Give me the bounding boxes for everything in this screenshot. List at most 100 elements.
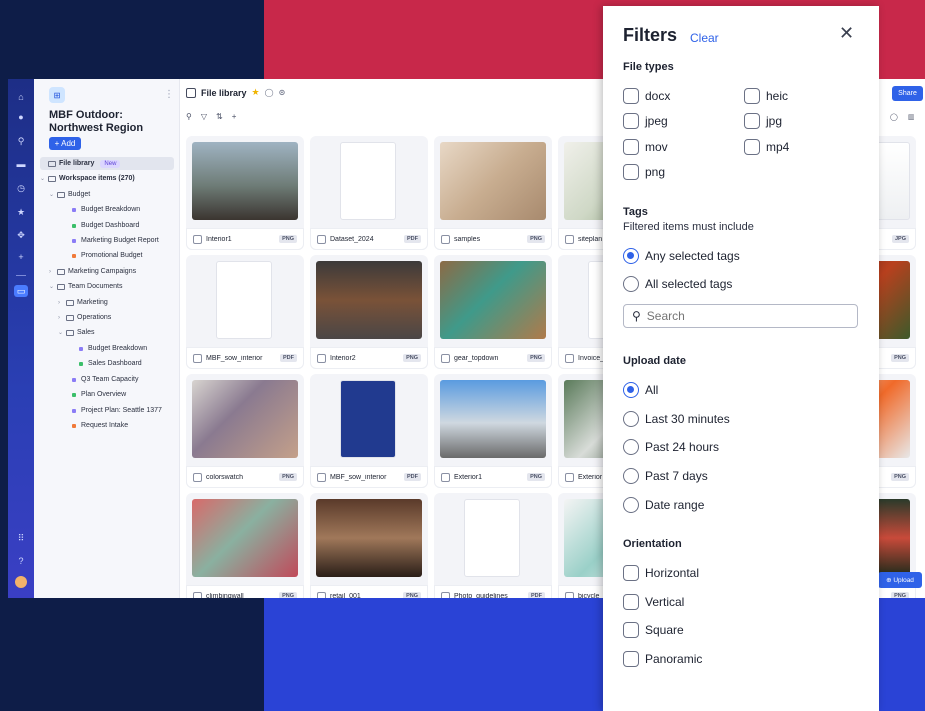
checkbox[interactable] bbox=[744, 139, 760, 155]
file-type-option[interactable]: jpg bbox=[744, 112, 782, 130]
upload-date-option[interactable]: All bbox=[623, 381, 658, 399]
search-icon[interactable]: ⚲ bbox=[186, 112, 192, 121]
select-checkbox[interactable] bbox=[317, 472, 326, 482]
select-checkbox[interactable] bbox=[441, 591, 450, 598]
radio-button[interactable] bbox=[623, 496, 639, 513]
select-checkbox[interactable] bbox=[193, 353, 202, 363]
create-icon[interactable]: + bbox=[15, 251, 27, 263]
tag-icon[interactable]: ◯ bbox=[890, 113, 898, 121]
upload-button[interactable]: ⊕ Upload bbox=[878, 572, 922, 588]
chevron-down-icon[interactable]: ⌄ bbox=[58, 329, 66, 336]
radio-button[interactable] bbox=[623, 439, 639, 456]
upload-date-option[interactable]: Past 7 days bbox=[623, 467, 708, 485]
tag-mode-option[interactable]: All selected tags bbox=[623, 275, 732, 293]
file-card[interactable]: Dataset_2024 PDF bbox=[310, 136, 428, 250]
add-icon[interactable]: + bbox=[232, 112, 237, 121]
nav-tree-item[interactable]: Q3 Team Capacity bbox=[58, 373, 138, 386]
image-thumbnail[interactable] bbox=[192, 380, 298, 458]
file-card[interactable]: Interior2 PNG bbox=[310, 255, 428, 369]
nav-tree-item[interactable]: Budget Dashboard bbox=[58, 219, 139, 232]
chevron-down-icon[interactable]: ⌄ bbox=[49, 283, 57, 290]
orientation-option[interactable]: Vertical bbox=[623, 593, 684, 611]
chevron-down-icon[interactable]: ⌄ bbox=[40, 175, 48, 182]
select-checkbox[interactable] bbox=[193, 591, 202, 598]
select-checkbox[interactable] bbox=[441, 353, 450, 363]
file-type-option[interactable]: mp4 bbox=[744, 138, 789, 156]
orientation-option[interactable]: Square bbox=[623, 621, 684, 639]
select-checkbox[interactable] bbox=[565, 234, 574, 244]
upload-date-option[interactable]: Last 30 minutes bbox=[623, 410, 730, 428]
nav-tree-item[interactable]: Sales Dashboard bbox=[67, 357, 142, 370]
nav-tree-item[interactable]: › Operations bbox=[58, 311, 111, 324]
nav-tree-item[interactable]: Plan Overview bbox=[58, 388, 126, 401]
select-checkbox[interactable] bbox=[441, 234, 450, 244]
document-thumbnail[interactable] bbox=[340, 142, 396, 220]
file-type-option[interactable]: heic bbox=[744, 87, 788, 105]
help-icon[interactable]: ? bbox=[15, 555, 27, 567]
chevron-right-icon[interactable]: › bbox=[58, 300, 66, 306]
recents-icon[interactable]: ◷ bbox=[15, 182, 27, 194]
nav-tree-item[interactable]: Project Plan: Seattle 1377 bbox=[58, 404, 162, 417]
nav-tree-item[interactable]: Promotional Budget bbox=[58, 249, 142, 262]
nav-tree-item[interactable]: ⌄ Workspace items (270) bbox=[40, 172, 135, 185]
file-card[interactable]: retail_001 PNG bbox=[310, 493, 428, 598]
checkbox[interactable] bbox=[623, 164, 639, 180]
file-type-option[interactable]: mov bbox=[623, 138, 668, 156]
checkbox[interactable] bbox=[623, 622, 639, 639]
image-thumbnail[interactable] bbox=[316, 261, 422, 339]
file-type-option[interactable]: jpeg bbox=[623, 112, 668, 130]
notifications-icon[interactable]: ● bbox=[15, 111, 27, 123]
select-checkbox[interactable] bbox=[565, 472, 574, 482]
tags-search[interactable]: ⚲ bbox=[623, 304, 858, 328]
image-thumbnail[interactable] bbox=[192, 142, 298, 220]
close-icon[interactable]: ✕ bbox=[839, 23, 854, 44]
avatar[interactable] bbox=[15, 576, 27, 588]
checkbox[interactable] bbox=[744, 88, 760, 104]
select-checkbox[interactable] bbox=[317, 353, 326, 363]
search-icon[interactable]: ⚲ bbox=[15, 135, 27, 147]
radio-button[interactable] bbox=[623, 410, 639, 427]
nav-tree-item[interactable]: Marketing Budget Report bbox=[58, 234, 159, 247]
checkbox[interactable] bbox=[623, 565, 639, 581]
file-card[interactable]: Interior1 PNG bbox=[186, 136, 304, 250]
tag-mode-option[interactable]: Any selected tags bbox=[623, 247, 740, 265]
tags-search-input[interactable] bbox=[646, 309, 837, 323]
radio-button[interactable] bbox=[623, 468, 639, 485]
checkbox[interactable] bbox=[623, 139, 639, 155]
file-card[interactable]: MBF_sow_interior PDF bbox=[186, 255, 304, 369]
upload-date-option[interactable]: Date range bbox=[623, 496, 704, 514]
chevron-right-icon[interactable]: › bbox=[58, 315, 66, 321]
checkbox[interactable] bbox=[623, 88, 639, 104]
favorite-star-icon[interactable]: ★ bbox=[252, 87, 260, 98]
file-card[interactable]: Exterior1 PNG bbox=[434, 374, 552, 488]
document-thumbnail[interactable] bbox=[216, 261, 272, 339]
image-thumbnail[interactable] bbox=[440, 380, 546, 458]
file-card[interactable]: climbingwall PNG bbox=[186, 493, 304, 598]
orientation-option[interactable]: Horizontal bbox=[623, 564, 699, 582]
checkbox[interactable] bbox=[623, 651, 639, 668]
radio-button[interactable] bbox=[623, 248, 639, 264]
file-card[interactable]: samples PNG bbox=[434, 136, 552, 250]
file-card[interactable]: gear_topdown PNG bbox=[434, 255, 552, 369]
select-checkbox[interactable] bbox=[565, 591, 574, 598]
nav-tree-item[interactable]: › Marketing Campaigns bbox=[49, 265, 136, 278]
image-thumbnail[interactable] bbox=[440, 142, 546, 220]
select-checkbox[interactable] bbox=[193, 234, 202, 244]
home-icon[interactable]: ⌂ bbox=[15, 91, 27, 103]
upload-date-option[interactable]: Past 24 hours bbox=[623, 438, 719, 456]
nav-tree-item[interactable]: Budget Breakdown bbox=[67, 342, 147, 355]
nav-tree-item[interactable]: ⌄ Sales bbox=[58, 326, 95, 339]
sort-icon[interactable]: ⇅ bbox=[216, 112, 223, 121]
clear-filters-link[interactable]: Clear bbox=[690, 31, 719, 45]
file-type-option[interactable]: docx bbox=[623, 87, 670, 105]
select-checkbox[interactable] bbox=[193, 472, 202, 482]
radio-button[interactable] bbox=[623, 382, 639, 398]
trash-icon[interactable]: ▥ bbox=[908, 113, 915, 121]
image-thumbnail[interactable] bbox=[316, 499, 422, 577]
sync-icon[interactable]: ⊙ bbox=[279, 88, 286, 97]
select-checkbox[interactable] bbox=[441, 472, 450, 482]
select-checkbox[interactable] bbox=[317, 234, 326, 244]
image-thumbnail[interactable] bbox=[440, 261, 546, 339]
checkbox[interactable] bbox=[744, 113, 760, 129]
image-thumbnail[interactable] bbox=[192, 499, 298, 577]
